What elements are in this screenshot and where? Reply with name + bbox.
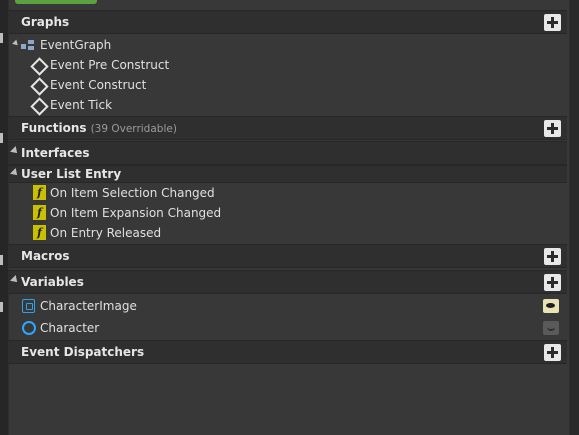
add-graph-button[interactable]	[544, 14, 561, 31]
tree-item-event[interactable]: Event Tick	[9, 95, 567, 116]
event-graph-icon	[21, 40, 35, 50]
expand-arrow-icon[interactable]	[12, 39, 20, 48]
event-node-icon	[30, 97, 49, 116]
category-variables[interactable]: Variables	[9, 270, 567, 294]
function-label: On Item Selection Changed	[50, 186, 215, 200]
tree-item-variable[interactable]: CharacterImage	[9, 296, 567, 316]
tree-item-variable[interactable]: Character	[9, 318, 567, 338]
functions-title: Functions	[21, 121, 87, 135]
event-label: Event Tick	[50, 98, 113, 112]
image-variable-icon	[22, 299, 35, 313]
category-functions[interactable]: Functions (39 Overridable)	[9, 116, 567, 140]
tree-item-interface-function[interactable]: f On Item Expansion Changed	[9, 203, 567, 223]
my-blueprint-panel: Graphs EventGraph Event Pre Construct Ev…	[9, 0, 569, 435]
object-variable-icon	[22, 321, 36, 335]
category-title: Graphs	[21, 15, 70, 29]
category-graphs[interactable]: Graphs	[9, 10, 567, 34]
category-title: Macros	[21, 249, 70, 263]
collapse-arrow-icon[interactable]	[10, 275, 20, 285]
add-function-button[interactable]	[544, 120, 561, 137]
event-graph-label: EventGraph	[40, 38, 112, 52]
event-label: Event Construct	[50, 78, 147, 92]
event-node-icon	[30, 77, 49, 96]
function-icon: f	[33, 225, 46, 240]
right-edge-strip	[570, 0, 579, 435]
left-edge-tick	[0, 133, 3, 143]
category-interfaces[interactable]: Interfaces	[9, 141, 567, 165]
tree-item-interface-function[interactable]: f On Item Selection Changed	[9, 183, 567, 203]
closed-eye-icon[interactable]	[543, 321, 559, 335]
tree-item-eventgraph[interactable]: EventGraph	[9, 35, 567, 55]
left-edge-tick	[0, 302, 3, 312]
eye-icon[interactable]	[543, 299, 559, 313]
function-label: On Entry Released	[50, 226, 162, 240]
function-icon: f	[33, 205, 46, 220]
event-node-icon	[30, 57, 49, 76]
add-variable-button[interactable]	[544, 274, 561, 291]
tree-item-interface-function[interactable]: f On Entry Released	[9, 223, 567, 243]
category-macros[interactable]: Macros	[9, 244, 567, 268]
left-edge-strip	[0, 0, 8, 435]
add-event-dispatcher-button[interactable]	[544, 344, 561, 361]
add-new-button[interactable]	[15, 0, 97, 4]
category-title: Event Dispatchers	[21, 345, 145, 359]
collapse-arrow-icon[interactable]	[10, 168, 20, 178]
category-title: Variables	[21, 275, 84, 289]
event-label: Event Pre Construct	[50, 58, 170, 72]
category-user-list-entry[interactable]: User List Entry	[9, 165, 567, 183]
category-title: User List Entry	[21, 167, 122, 181]
function-label: On Item Expansion Changed	[50, 206, 222, 220]
collapse-arrow-icon[interactable]	[10, 146, 20, 156]
left-edge-tick	[0, 33, 3, 43]
add-macro-button[interactable]	[544, 248, 561, 265]
tree-item-event[interactable]: Event Pre Construct	[9, 55, 567, 76]
function-icon: f	[33, 185, 46, 200]
overridable-count: (39 Overridable)	[90, 123, 177, 135]
category-title: Functions (39 Overridable)	[21, 121, 177, 135]
left-edge-tick	[0, 255, 3, 265]
category-event-dispatchers[interactable]: Event Dispatchers	[9, 340, 567, 364]
variable-label: Character	[40, 321, 100, 335]
category-title: Interfaces	[21, 146, 90, 160]
tree-item-event[interactable]: Event Construct	[9, 75, 567, 96]
variable-label: CharacterImage	[40, 299, 137, 313]
